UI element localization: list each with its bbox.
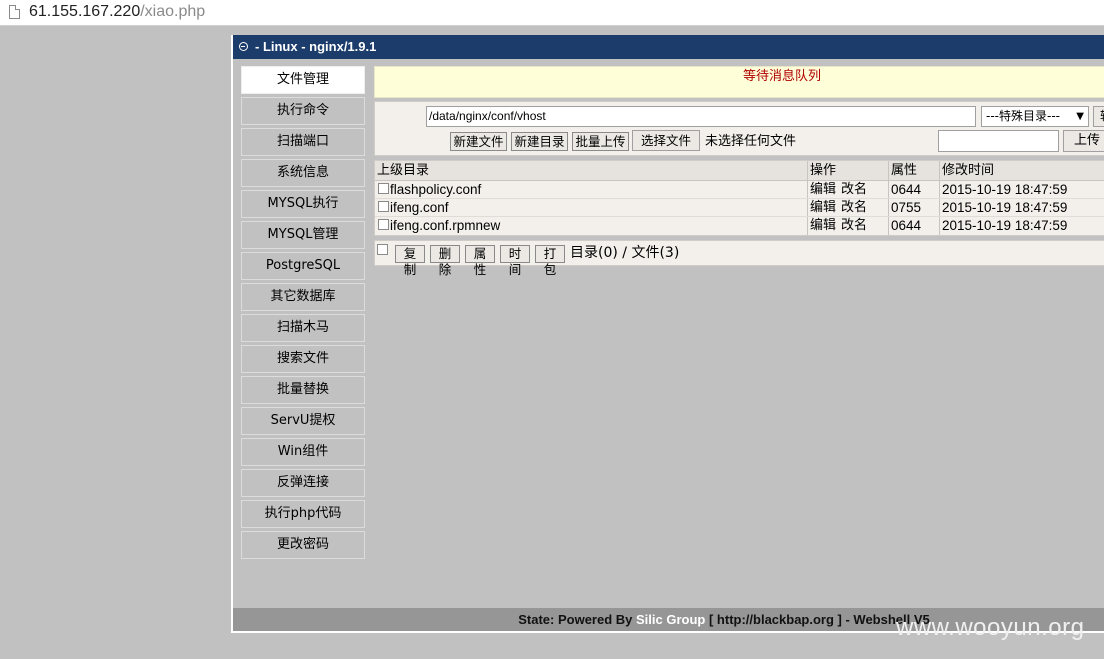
actions-cell: 编辑 改名 [807, 217, 888, 235]
sidebar-item-system-info[interactable]: 系统信息 [241, 159, 365, 187]
footer-brand[interactable]: Silic Group [636, 612, 705, 627]
row-checkbox[interactable] [378, 201, 389, 212]
edit-link[interactable]: 编辑 [810, 182, 836, 197]
file-name-link[interactable]: ifeng.conf.rpmnew [390, 218, 500, 233]
sidebar-menu: 文件管理 执行命令 扫描端口 系统信息 MYSQL执行 MYSQL管理 Post… [241, 66, 365, 562]
batch-upload-button[interactable]: 批量上传 [572, 132, 629, 151]
go-button[interactable]: 转 [1093, 106, 1104, 127]
row-checkbox[interactable] [378, 219, 389, 230]
upload-name-input[interactable] [938, 130, 1059, 152]
select-all-checkbox[interactable] [377, 244, 388, 255]
url-host: 61.155.167.220 [29, 3, 141, 20]
url-text[interactable]: 61.155.167.220/xiao.php [29, 3, 205, 21]
file-cell: ifeng.conf [375, 199, 807, 216]
sidebar-item-mysql-manage[interactable]: MYSQL管理 [241, 221, 365, 249]
page-icon [9, 5, 20, 19]
sidebar-item-reverse-shell[interactable]: 反弹连接 [241, 469, 365, 497]
watermark: www.wooyun.org [896, 614, 1085, 641]
bulk-action-bar: 复制 删除 属性 时间 打包 目录(0) / 文件(3) [374, 240, 1104, 277]
new-file-button[interactable]: 新建文件 [450, 132, 507, 151]
row-checkbox[interactable] [378, 183, 389, 194]
actions-cell: 编辑 改名 [807, 199, 888, 216]
sidebar-item-exec-command[interactable]: 执行命令 [241, 97, 365, 125]
rename-link[interactable]: 改名 [841, 182, 867, 197]
url-path: /xiao.php [140, 3, 206, 20]
upload-button[interactable]: 上传 [1063, 130, 1104, 152]
message-text: 等待消息队列 [742, 69, 821, 84]
header-mtime: 修改时间 [939, 161, 1104, 180]
sidebar-item-change-password[interactable]: 更改密码 [241, 531, 365, 559]
attr-button[interactable]: 属性 [465, 245, 495, 277]
table-row: ifeng.conf.rpmnew 编辑 改名 0644 2015-10-19 1… [375, 217, 1104, 235]
sidebar-item-mysql-exec[interactable]: MYSQL执行 [241, 190, 365, 218]
sidebar-item-postgresql[interactable]: PostgreSQL [241, 252, 365, 280]
parent-dir-link[interactable]: 上级目录 [375, 161, 807, 180]
collapse-icon[interactable] [239, 42, 248, 51]
dropdown-arrow-icon: ▼ [1076, 111, 1084, 122]
file-cell: ifeng.conf.rpmnew [375, 217, 807, 235]
header-actions: 操作 [807, 161, 888, 180]
window-title: - Linux - nginx/1.9.1 [255, 39, 377, 54]
perm-link[interactable]: 0644 [888, 217, 939, 235]
pack-button[interactable]: 打包 [535, 245, 565, 277]
sidebar-item-servu[interactable]: ServU提权 [241, 407, 365, 435]
footer-prefix: State: Powered By [518, 612, 633, 627]
file-table: 上级目录 操作 属性 修改时间 flashpolicy.conf 编辑 改名 06… [374, 160, 1104, 236]
rename-link[interactable]: 改名 [841, 218, 867, 233]
mtime-link[interactable]: 2015-10-19 18:47:59 [939, 217, 1104, 235]
message-bar: 等待消息队列 [374, 66, 1104, 98]
special-dir-select[interactable]: ---特殊目录--- ▼ [981, 106, 1089, 127]
file-name-link[interactable]: ifeng.conf [390, 200, 449, 215]
sidebar-item-scan-trojan[interactable]: 扫描木马 [241, 314, 365, 342]
path-input[interactable]: /data/nginx/conf/vhost [426, 106, 976, 127]
sidebar-item-search-file[interactable]: 搜索文件 [241, 345, 365, 373]
path-panel: /data/nginx/conf/vhost ---特殊目录--- ▼ 转 新建文… [374, 101, 1104, 156]
table-row: ifeng.conf 编辑 改名 0755 2015-10-19 18:47:59 [375, 199, 1104, 217]
webshell-window: - Linux - nginx/1.9.1 文件管理 执行命令 扫描端口 系统信… [231, 35, 1104, 633]
sidebar-item-batch-replace[interactable]: 批量替换 [241, 376, 365, 404]
table-header: 上级目录 操作 属性 修改时间 [375, 161, 1104, 181]
mtime-link[interactable]: 2015-10-19 18:47:59 [939, 199, 1104, 216]
perm-link[interactable]: 0644 [888, 181, 939, 198]
edit-link[interactable]: 编辑 [810, 218, 836, 233]
browser-address-bar[interactable]: 61.155.167.220/xiao.php [0, 0, 1104, 26]
sidebar-item-exec-php[interactable]: 执行php代码 [241, 500, 365, 528]
time-button[interactable]: 时间 [500, 245, 530, 277]
edit-link[interactable]: 编辑 [810, 200, 836, 215]
sidebar-item-file-manager[interactable]: 文件管理 [241, 66, 365, 94]
file-cell: flashpolicy.conf [375, 181, 807, 198]
special-dir-value: ---特殊目录--- [986, 109, 1060, 123]
table-row: flashpolicy.conf 编辑 改名 0644 2015-10-19 18… [375, 181, 1104, 199]
item-count: 目录(0) / 文件(3) [570, 245, 680, 261]
delete-button[interactable]: 删除 [430, 245, 460, 277]
header-perm: 属性 [888, 161, 939, 180]
mtime-link[interactable]: 2015-10-19 18:47:59 [939, 181, 1104, 198]
no-file-label: 未选择任何文件 [705, 134, 797, 149]
file-name-link[interactable]: flashpolicy.conf [390, 182, 481, 197]
window-titlebar: - Linux - nginx/1.9.1 [233, 35, 1104, 59]
rename-link[interactable]: 改名 [841, 200, 867, 215]
sidebar-item-win-component[interactable]: Win组件 [241, 438, 365, 466]
sidebar-item-port-scan[interactable]: 扫描端口 [241, 128, 365, 156]
actions-cell: 编辑 改名 [807, 181, 888, 198]
choose-file-button[interactable]: 选择文件 [632, 130, 700, 151]
new-dir-button[interactable]: 新建目录 [511, 132, 568, 151]
sidebar-item-other-db[interactable]: 其它数据库 [241, 283, 365, 311]
copy-button[interactable]: 复制 [395, 245, 425, 277]
perm-link[interactable]: 0755 [888, 199, 939, 216]
